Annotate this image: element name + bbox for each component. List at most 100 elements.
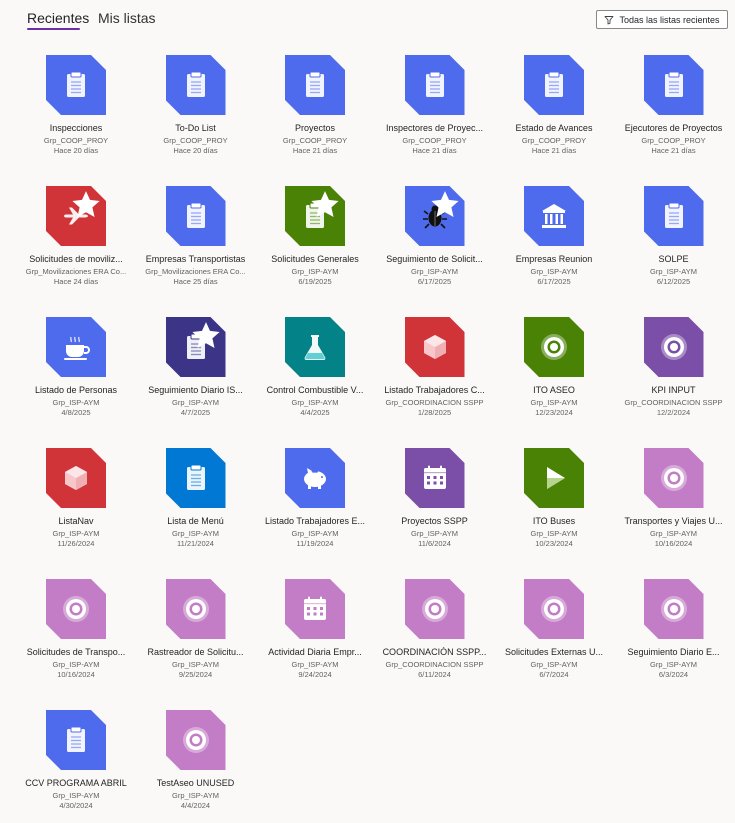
list-card-testaseo-unused[interactable]: TestAseo UNUSED Grp_ISP-AYM 4/4/2024	[136, 705, 256, 823]
list-tile[interactable]	[524, 186, 584, 246]
list-tile[interactable]	[524, 448, 584, 508]
list-owner: Grp_COOP_PROY	[402, 136, 467, 145]
list-tile[interactable]	[165, 579, 226, 639]
clipboard-icon	[60, 724, 92, 756]
target-icon	[180, 724, 212, 756]
list-card-actividad-diaria-empr[interactable]: Actividad Diaria Empr... Grp_ISP-AYM 9/24/…	[255, 574, 375, 692]
list-date: 12/23/2024	[535, 408, 573, 417]
list-name: Inspectores de Proyec...	[385, 123, 484, 133]
list-date: 10/23/2024	[535, 539, 573, 548]
list-tile[interactable]	[165, 448, 226, 508]
target-icon	[419, 593, 451, 625]
list-card-proyectos[interactable]: Proyectos Grp_COOP_PROY Hace 21 días	[255, 50, 375, 168]
list-tile[interactable]	[46, 579, 106, 639]
list-name: Seguimiento de Solicit...	[386, 254, 483, 264]
list-owner: Grp_ISP-AYM	[650, 660, 697, 669]
list-tile[interactable]	[643, 579, 704, 639]
list-card-ito-aseo[interactable]: ITO ASEO Grp_ISP-AYM 12/23/2024	[494, 312, 614, 430]
list-owner: Grp_ISP-AYM	[52, 529, 100, 538]
list-card-inspectores-de-proyec[interactable]: Inspectores de Proyec... Grp_COOP_PROY Hac…	[375, 50, 495, 168]
list-card-ccv-programa-abril[interactable]: CCV PROGRAMA ABRIL Grp_ISP-AYM 4/30/2024	[16, 705, 136, 823]
list-card-solicitudes-de-moviliz[interactable]: Solicitudes de moviliz... Grp_Movilizacio…	[16, 181, 136, 299]
list-name: Control Combustible V...	[266, 385, 364, 395]
list-card-inspecciones[interactable]: Inspecciones Grp_COOP_PROY Hace 20 días	[16, 50, 136, 168]
list-name: Seguimiento Diario IS...	[148, 385, 243, 395]
list-card-listanav[interactable]: ListaNav Grp_ISP-AYM 11/26/2024	[16, 443, 136, 561]
list-card-coordinacion-sspp[interactable]: COORDINACIÓN SSPP... Grp_COORDINACION SSP…	[375, 574, 495, 692]
list-tile[interactable]	[46, 55, 106, 115]
list-tile[interactable]	[165, 317, 226, 377]
list-name: Inspecciones	[49, 123, 103, 133]
list-card-transportes-y-viajes-u[interactable]: Transportes y Viajes U... Grp_ISP-AYM 10/1…	[614, 443, 734, 561]
list-tile[interactable]	[46, 317, 106, 377]
list-date: 10/16/2024	[654, 539, 693, 548]
list-card-solicitudes-generales[interactable]: Solicitudes Generales Grp_ISP-AYM 6/19/202…	[255, 181, 375, 299]
list-card-seguimiento-de-solicit[interactable]: Seguimiento de Solicit... Grp_ISP-AYM 6/17…	[375, 181, 495, 299]
list-card-ejecutores-de-proyectos[interactable]: Ejecutores de Proyectos Grp_COOP_PROY Hace…	[614, 50, 734, 168]
list-card-listado-trabajadores-c[interactable]: Listado Trabajadores C... Grp_COORDINACIO…	[375, 312, 495, 430]
list-owner: Grp_ISP-AYM	[650, 267, 697, 276]
list-card-rastreador-de-solicitu[interactable]: Rastreador de Solicitu... Grp_ISP-AYM 9/25…	[136, 574, 256, 692]
tab-my-lists[interactable]: Mis listas	[98, 8, 156, 28]
list-tile[interactable]	[524, 55, 584, 115]
list-tile[interactable]	[165, 55, 226, 115]
list-card-proyectos-sspp[interactable]: Proyectos SSPP Grp_ISP-AYM 11/6/2024	[375, 443, 495, 561]
list-tile[interactable]	[404, 579, 465, 639]
calendar-icon	[419, 462, 451, 494]
list-tile[interactable]	[643, 55, 704, 115]
filter-button[interactable]: Todas las listas recientes	[596, 10, 728, 29]
list-card-solpe[interactable]: SOLPE Grp_ISP-AYM 6/12/2025	[614, 181, 734, 299]
list-date: 6/12/2025	[656, 277, 691, 286]
list-tile[interactable]	[285, 186, 345, 246]
list-card-kpi-input[interactable]: KPI INPUT Grp_COORDINACION SSPP 12/2/2024	[614, 312, 734, 430]
list-tile[interactable]	[285, 448, 345, 508]
list-name: Solicitudes Externas U...	[504, 647, 604, 657]
list-tile[interactable]	[643, 186, 704, 246]
list-date: 12/2/2024	[656, 408, 691, 417]
list-tile[interactable]	[524, 579, 584, 639]
target-icon	[538, 593, 570, 625]
list-tile[interactable]	[643, 448, 704, 508]
list-tile[interactable]	[285, 55, 345, 115]
list-tile[interactable]	[285, 579, 345, 639]
list-tile[interactable]	[46, 448, 106, 508]
list-tile[interactable]	[46, 710, 106, 770]
list-name: Rastreador de Solicitu...	[147, 647, 244, 657]
list-owner: Grp_COORDINACION SSPP	[385, 398, 484, 407]
list-name: Solicitudes Generales	[271, 254, 359, 264]
list-owner: Grp_Movilizaciones ERA Co...	[25, 267, 127, 276]
list-owner: Grp_Movilizaciones ERA Co...	[145, 267, 246, 276]
list-tile[interactable]	[404, 317, 465, 377]
list-card-control-combustible-v[interactable]: Control Combustible V... Grp_ISP-AYM 4/4/2…	[255, 312, 375, 430]
list-card-ito-buses[interactable]: ITO Buses Grp_ISP-AYM 10/23/2024	[494, 443, 614, 561]
list-tile[interactable]	[404, 186, 465, 246]
list-card-to-do-list[interactable]: To-Do List Grp_COOP_PROY Hace 20 días	[136, 50, 256, 168]
list-tile[interactable]	[46, 186, 106, 246]
list-date: 4/4/2025	[300, 408, 330, 417]
list-name: Seguimiento Diario E...	[627, 647, 720, 657]
list-card-seguimiento-diario-is[interactable]: Seguimiento Diario IS... Grp_ISP-AYM 4/7/2…	[136, 312, 256, 430]
list-card-empresas-transportistas[interactable]: Empresas Transportistas Grp_Movilizacione…	[136, 181, 256, 299]
list-card-solicitudes-de-transpo[interactable]: Solicitudes de Transpo... Grp_ISP-AYM 10/1…	[16, 574, 136, 692]
list-tile[interactable]	[524, 317, 584, 377]
list-tile[interactable]	[165, 710, 226, 770]
tab-recent[interactable]: Recientes	[27, 8, 89, 28]
list-date: Hace 21 días	[531, 146, 577, 155]
list-card-estado-de-avances[interactable]: Estado de Avances Grp_COOP_PROY Hace 21 dí…	[494, 50, 614, 168]
list-card-solicitudes-externas-u[interactable]: Solicitudes Externas U... Grp_ISP-AYM 6/7/…	[494, 574, 614, 692]
list-card-seguimiento-diario-e[interactable]: Seguimiento Diario E... Grp_ISP-AYM 6/3/20…	[614, 574, 734, 692]
list-tile[interactable]	[643, 317, 704, 377]
list-name: Actividad Diaria Empr...	[268, 647, 362, 657]
play-icon	[538, 462, 570, 494]
list-tile[interactable]	[165, 186, 226, 246]
list-card-listado-trabajadores-e[interactable]: Listado Trabajadores E... Grp_ISP-AYM 11/1…	[255, 443, 375, 561]
list-tile[interactable]	[404, 55, 465, 115]
list-date: Hace 20 días	[173, 146, 218, 155]
list-card-listado-de-personas[interactable]: Listado de Personas Grp_ISP-AYM 4/8/2025	[16, 312, 136, 430]
list-tile[interactable]	[285, 317, 345, 377]
active-tab-indicator	[27, 28, 80, 30]
list-owner: Grp_ISP-AYM	[530, 529, 578, 538]
list-card-lista-de-menu[interactable]: Lista de Menú Grp_ISP-AYM 11/21/2024	[136, 443, 256, 561]
list-card-empresas-reunion[interactable]: Empresas Reunion Grp_ISP-AYM 6/17/2025	[494, 181, 614, 299]
list-tile[interactable]	[404, 448, 465, 508]
